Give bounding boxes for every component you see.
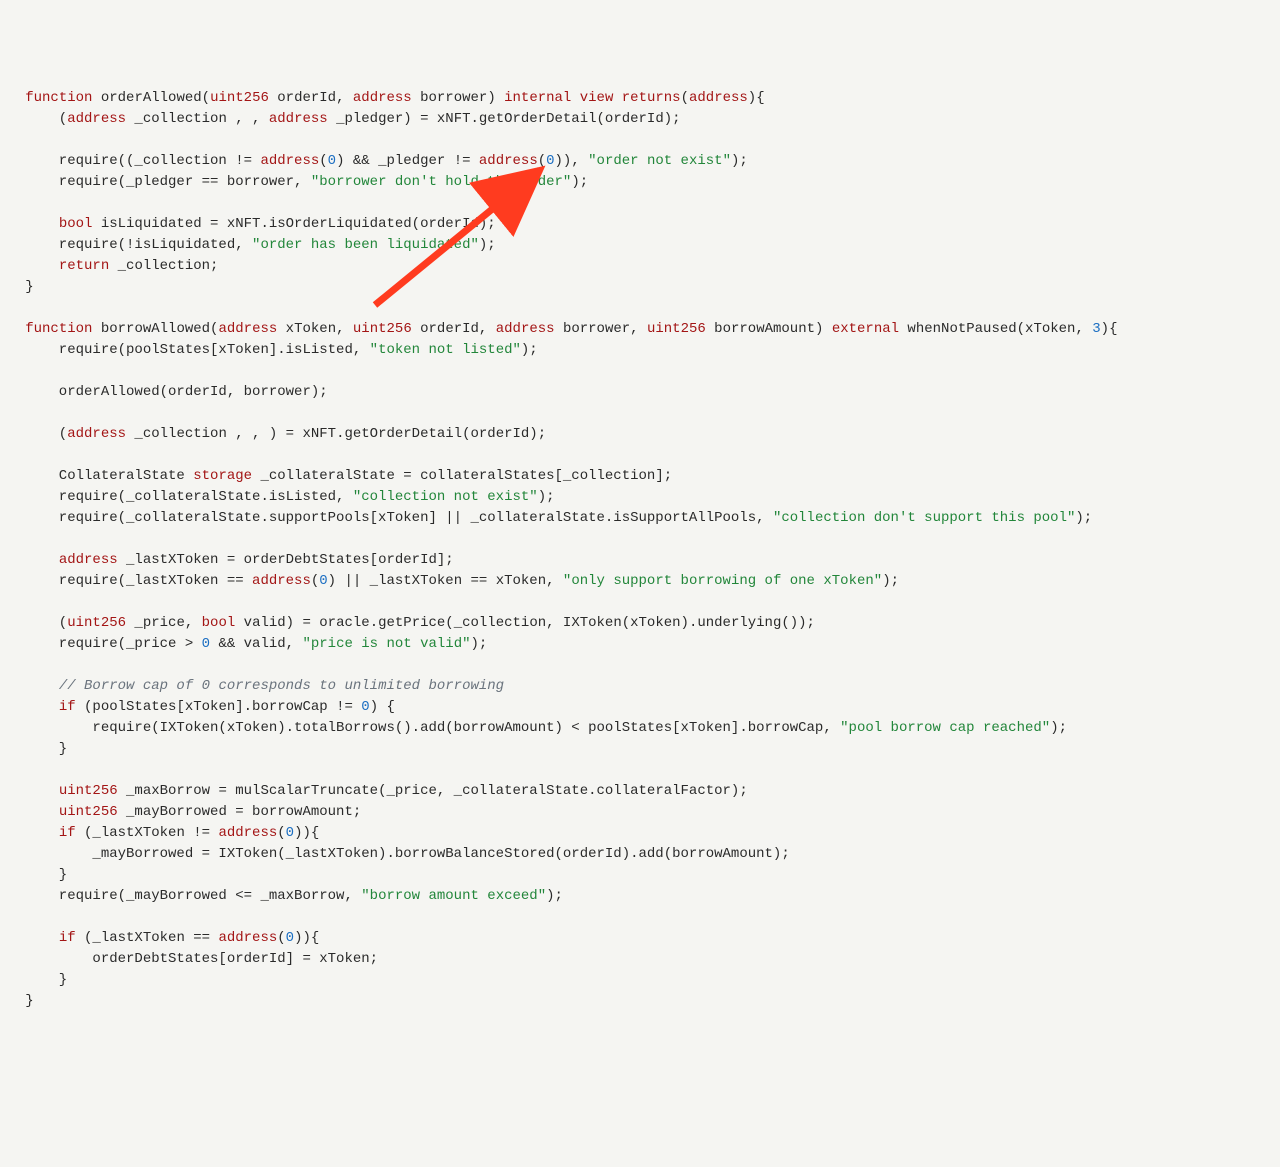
code-line: require(_lastXToken == address(0) || _la… — [0, 573, 899, 589]
code-line: uint256 _mayBorrowed = borrowAmount; — [0, 804, 361, 820]
code-line: require(poolStates[xToken].isListed, "to… — [0, 342, 538, 358]
code-line: address _lastXToken = orderDebtStates[or… — [0, 552, 454, 568]
code-line: } — [0, 993, 34, 1009]
code-line: if (poolStates[xToken].borrowCap != 0) { — [0, 699, 395, 715]
code-line: function orderAllowed(uint256 orderId, a… — [0, 90, 765, 106]
code-line: } — [0, 279, 34, 295]
code-line: require(_collateralState.isListed, "coll… — [0, 489, 555, 505]
code-line: require(_collateralState.supportPools[xT… — [0, 510, 1092, 526]
code-line: require(_pledger == borrower, "borrower … — [0, 174, 588, 190]
code-line: // Borrow cap of 0 corresponds to unlimi… — [0, 678, 504, 694]
code-line: function borrowAllowed(address xToken, u… — [0, 321, 1117, 337]
code-line: orderAllowed(orderId, borrower); — [0, 384, 328, 400]
code-line: require(_price > 0 && valid, "price is n… — [0, 636, 487, 652]
code-line: } — [0, 741, 67, 757]
code-block: function orderAllowed(uint256 orderId, a… — [0, 84, 1280, 1020]
code-line: orderDebtStates[orderId] = xToken; — [0, 951, 378, 967]
code-line: _mayBorrowed = IXToken(_lastXToken).borr… — [0, 846, 790, 862]
code-line: (uint256 _price, bool valid) = oracle.ge… — [0, 615, 815, 631]
code-line: uint256 _maxBorrow = mulScalarTruncate(_… — [0, 783, 748, 799]
code-line: (address _collection , , ) = xNFT.getOrd… — [0, 426, 546, 442]
code-line: if (_lastXToken != address(0)){ — [0, 825, 319, 841]
code-line: require(IXToken(xToken).totalBorrows().a… — [0, 720, 1067, 736]
code-line: if (_lastXToken == address(0)){ — [0, 930, 319, 946]
code-line: require((_collection != address(0) && _p… — [0, 153, 748, 169]
code-line: bool isLiquidated = xNFT.isOrderLiquidat… — [0, 216, 496, 232]
code-line: } — [0, 867, 67, 883]
code-line: CollateralState storage _collateralState… — [0, 468, 672, 484]
code-line: require(!isLiquidated, "order has been l… — [0, 237, 496, 253]
code-line: return _collection; — [0, 258, 218, 274]
code-line: require(_mayBorrowed <= _maxBorrow, "bor… — [0, 888, 563, 904]
code-line: } — [0, 972, 67, 988]
code-line: (address _collection , , address _pledge… — [0, 111, 681, 127]
